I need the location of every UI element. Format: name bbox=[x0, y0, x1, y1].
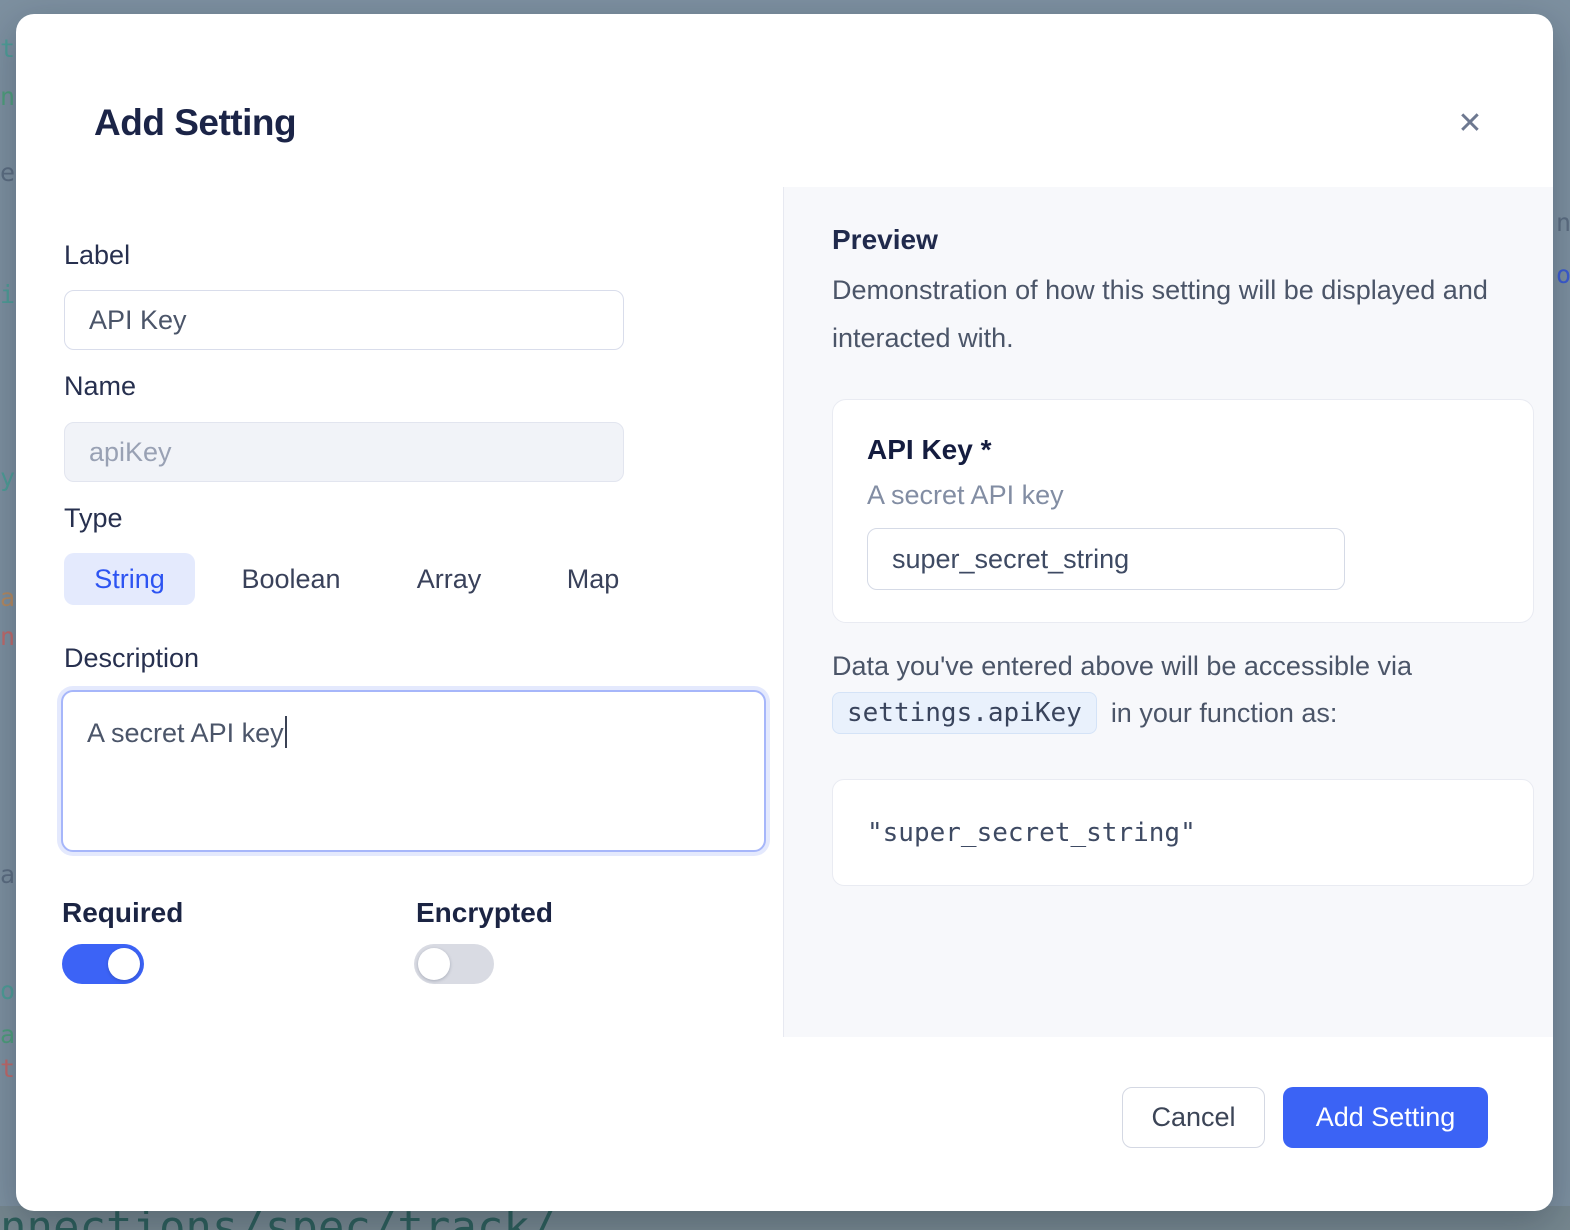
name-input bbox=[64, 422, 624, 482]
access-line: settings.apiKey in your function as: bbox=[832, 692, 1337, 734]
preview-input[interactable] bbox=[867, 528, 1345, 590]
bg-code-fragment: nf bbox=[1556, 210, 1570, 235]
preview-card-subtitle: A secret API key bbox=[867, 480, 1064, 511]
toggle-knob bbox=[108, 948, 140, 980]
close-button[interactable]: ✕ bbox=[1446, 100, 1494, 148]
required-label: Required bbox=[62, 897, 183, 929]
type-field-label: Type bbox=[64, 503, 123, 534]
cancel-button[interactable]: Cancel bbox=[1122, 1087, 1265, 1148]
bg-code-fragment: t bbox=[0, 36, 15, 61]
description-field-label: Description bbox=[64, 643, 199, 674]
type-tab-boolean[interactable]: Boolean bbox=[235, 553, 347, 605]
add-setting-button[interactable]: Add Setting bbox=[1283, 1087, 1488, 1148]
preview-description: Demonstration of how this setting will b… bbox=[832, 266, 1497, 362]
required-toggle[interactable] bbox=[62, 944, 144, 984]
preview-card-title: API Key * bbox=[867, 434, 992, 466]
text-cursor bbox=[285, 716, 287, 748]
preview-panel: Preview Demonstration of how this settin… bbox=[783, 187, 1553, 1037]
output-value: "super_secret_string" bbox=[867, 818, 1196, 848]
bg-code-fragment: a bbox=[0, 1022, 15, 1047]
access-text-before: Data you've entered above will be access… bbox=[832, 651, 1412, 682]
output-code-box: "super_secret_string" bbox=[832, 779, 1534, 886]
label-field-label: Label bbox=[64, 240, 130, 271]
label-input[interactable] bbox=[64, 290, 624, 350]
close-icon: ✕ bbox=[1457, 107, 1482, 140]
bg-code-fragment: y bbox=[0, 465, 15, 490]
bg-code-fragment: or bbox=[1556, 262, 1570, 287]
description-textarea[interactable]: A secret API key bbox=[61, 690, 766, 852]
type-tab-map[interactable]: Map bbox=[561, 553, 625, 605]
type-tab-string[interactable]: String bbox=[64, 553, 195, 605]
bg-code-fragment: a bbox=[0, 585, 15, 610]
toggle-knob bbox=[418, 948, 450, 980]
encrypted-label: Encrypted bbox=[416, 897, 553, 929]
settings-key-chip: settings.apiKey bbox=[832, 692, 1097, 734]
type-tab-array[interactable]: Array bbox=[409, 553, 489, 605]
access-text-after: in your function as: bbox=[1111, 698, 1338, 729]
encrypted-toggle[interactable] bbox=[414, 944, 494, 984]
name-field-label: Name bbox=[64, 371, 136, 402]
preview-heading: Preview bbox=[832, 224, 938, 256]
page-title: Add Setting bbox=[94, 102, 296, 144]
description-text: A secret API key bbox=[87, 718, 284, 748]
screen: t ng et it y a n/ ag oc a th nf or nnect… bbox=[0, 0, 1570, 1230]
add-setting-dialog: Add Setting ✕ Label Name Type String Boo… bbox=[16, 14, 1553, 1211]
preview-card: API Key * A secret API key bbox=[832, 399, 1534, 623]
